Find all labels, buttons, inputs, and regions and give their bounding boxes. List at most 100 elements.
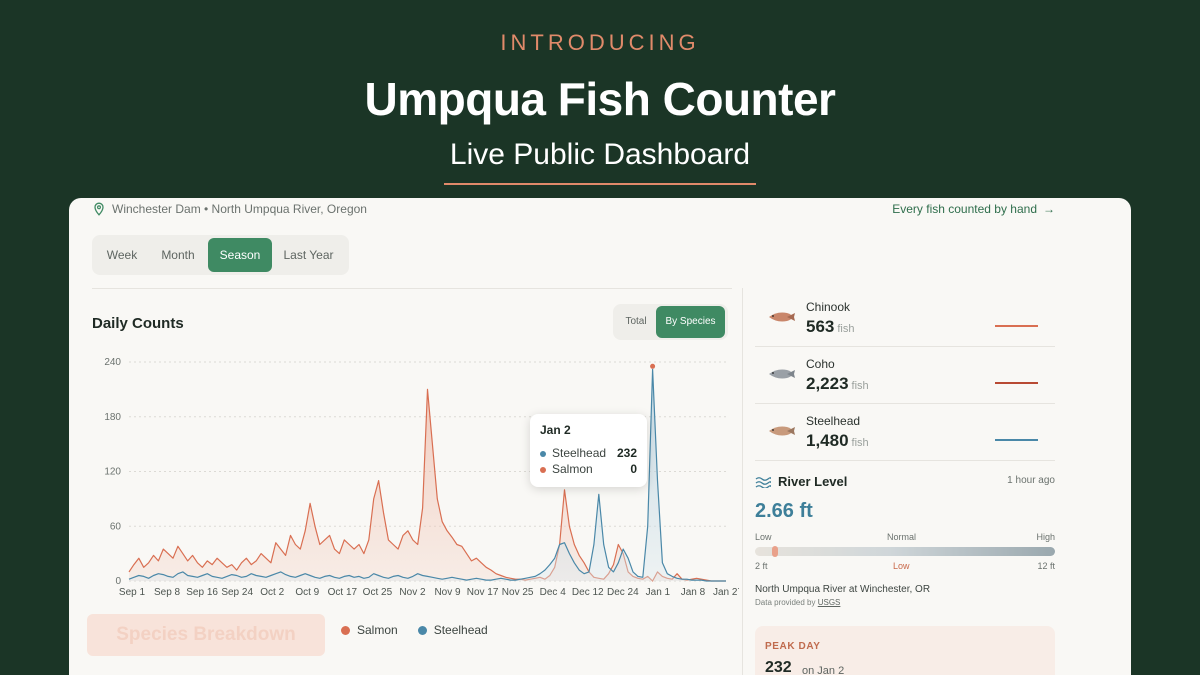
species-count-value: 563 (806, 317, 835, 336)
x-tick-label: Dec 4 (540, 587, 567, 598)
chart-tooltip: Jan 2 Steelhead 232 Salmon 0 (530, 414, 647, 487)
hand-count-link-text: Every fish counted by hand (892, 202, 1037, 216)
river-level-title: River Level (778, 474, 848, 489)
species-count: 563 fish (806, 317, 855, 337)
tab-by-species[interactable]: By Species (656, 306, 725, 338)
x-tick-label: Jan 8 (681, 587, 706, 598)
x-tick-label: Oct 17 (328, 587, 358, 598)
waves-icon (755, 476, 771, 488)
y-tick-label: 0 (115, 576, 121, 587)
y-tick-label: 120 (104, 467, 121, 478)
river-level-header: River Level (755, 474, 847, 489)
x-tick-label: Oct 9 (295, 587, 319, 598)
tooltip-row-label: Salmon (552, 462, 593, 476)
x-tick-label: Jan 27 (713, 587, 739, 598)
y-tick-label: 60 (110, 521, 122, 532)
salmon-dot-icon (341, 625, 350, 635)
scale-label-low: Low (755, 532, 772, 542)
tooltip-label: Salmon (540, 462, 593, 476)
x-tick-label: Nov 2 (399, 587, 426, 598)
species-name: Coho (806, 357, 835, 371)
peak-day-label: PEAK DAY (765, 641, 821, 652)
tab-last-year[interactable]: Last Year (272, 238, 345, 272)
legend-item-salmon[interactable]: Salmon (341, 623, 398, 637)
river-scale-bar (755, 547, 1055, 556)
peak-day-panel: PEAK DAY 232 on Jan 2 (755, 626, 1055, 675)
x-tick-label: Nov 25 (502, 587, 534, 598)
x-tick-label: Nov 17 (467, 587, 499, 598)
x-tick-label: Oct 25 (363, 587, 393, 598)
scale-status: Low (893, 561, 910, 571)
species-list: Chinook 563 fish Coho 2,223 fish Steelhead… (755, 290, 1055, 461)
scale-label-high: High (1036, 532, 1055, 542)
species-unit: fish (851, 437, 869, 449)
peak-day-date: on Jan 2 (802, 665, 845, 675)
river-site: North Umpqua River at Winchester, OR (755, 584, 931, 595)
river-source: Data provided by USGS (755, 598, 840, 607)
x-tick-label: Sep 1 (119, 587, 146, 598)
peak-day-value: 232 (765, 659, 792, 675)
river-level-value: 2.66 ft (755, 500, 813, 522)
tooltip-row-label: Steelhead (552, 446, 607, 460)
tab-total[interactable]: Total (616, 306, 656, 338)
species-row-chinook[interactable]: Chinook 563 fish (755, 290, 1055, 347)
tab-month[interactable]: Month (148, 238, 208, 272)
x-tick-label: Sep 24 (221, 587, 253, 598)
mode-tabs: Total By Species (613, 304, 728, 340)
range-tabs: Week Month Season Last Year (92, 235, 349, 275)
x-tick-label: Dec 12 (572, 587, 604, 598)
divider (742, 288, 743, 675)
tab-week[interactable]: Week (96, 238, 148, 272)
scale-min: 2 ft (755, 561, 768, 571)
x-tick-label: Sep 8 (154, 587, 181, 598)
usgs-link[interactable]: USGS (818, 598, 841, 607)
species-sparkline (995, 325, 1038, 327)
river-source-prefix: Data provided by (755, 598, 816, 607)
species-count-value: 2,223 (806, 374, 849, 393)
tab-season[interactable]: Season (208, 238, 272, 272)
x-tick-label: Oct 2 (260, 587, 284, 598)
species-row-steelhead[interactable]: Steelhead 1,480 fish (755, 404, 1055, 461)
location-text: Winchester Dam • North Umpqua River, Ore… (112, 202, 367, 216)
chinook-fish-icon (769, 312, 795, 322)
tooltip-row-salmon: Salmon 0 (540, 461, 637, 477)
river-updated: 1 hour ago (1007, 475, 1055, 486)
y-tick-label: 240 (104, 357, 121, 368)
hero-title: Umpqua Fish Counter (364, 73, 836, 125)
species-name: Chinook (806, 300, 851, 314)
species-row-coho[interactable]: Coho 2,223 fish (755, 347, 1055, 404)
tooltip-date: Jan 2 (540, 423, 571, 437)
species-breakdown-button[interactable]: Species Breakdown (87, 614, 325, 656)
scale-label-normal: Normal (887, 532, 917, 542)
species-count-value: 1,480 (806, 431, 849, 450)
arrow-right-icon: → (1043, 202, 1055, 216)
species-sparkline (995, 382, 1038, 384)
river-level-panel: River Level 1 hour ago 2.66 ft Low Norma… (755, 466, 1055, 614)
peak-point (650, 363, 656, 369)
scale-max: 12 ft (1037, 561, 1055, 571)
species-unit: fish (851, 380, 869, 392)
chart-legend: Salmon Steelhead (341, 623, 488, 637)
salmon-dot-icon (540, 467, 546, 473)
legend-label: Salmon (357, 623, 398, 637)
hand-count-link[interactable]: Every fish counted by hand → (892, 202, 1055, 216)
species-unit: fish (837, 323, 855, 335)
coho-fish-icon (769, 369, 795, 379)
hero-eyebrow: INTRODUCING (500, 30, 700, 55)
x-tick-label: Jan 1 (646, 587, 671, 598)
tooltip-row-steelhead: Steelhead 232 (540, 445, 637, 461)
steelhead-fish-icon (769, 426, 795, 436)
species-count: 2,223 fish (806, 374, 869, 394)
legend-item-steelhead[interactable]: Steelhead (417, 623, 488, 637)
x-tick-label: Sep 16 (186, 587, 218, 598)
x-tick-label: Nov 9 (434, 587, 461, 598)
tooltip-row-value: 232 (616, 446, 637, 460)
dashboard-card: Winchester Dam • North Umpqua River, Ore… (69, 198, 1131, 675)
x-tick-label: Dec 24 (607, 587, 639, 598)
map-pin-icon (94, 202, 104, 216)
hero-subtitle: Live Public Dashboard (449, 138, 751, 171)
river-level-marker (772, 546, 778, 557)
hero-underline (444, 183, 756, 185)
divider (92, 288, 732, 289)
steelhead-dot-icon (417, 625, 427, 635)
